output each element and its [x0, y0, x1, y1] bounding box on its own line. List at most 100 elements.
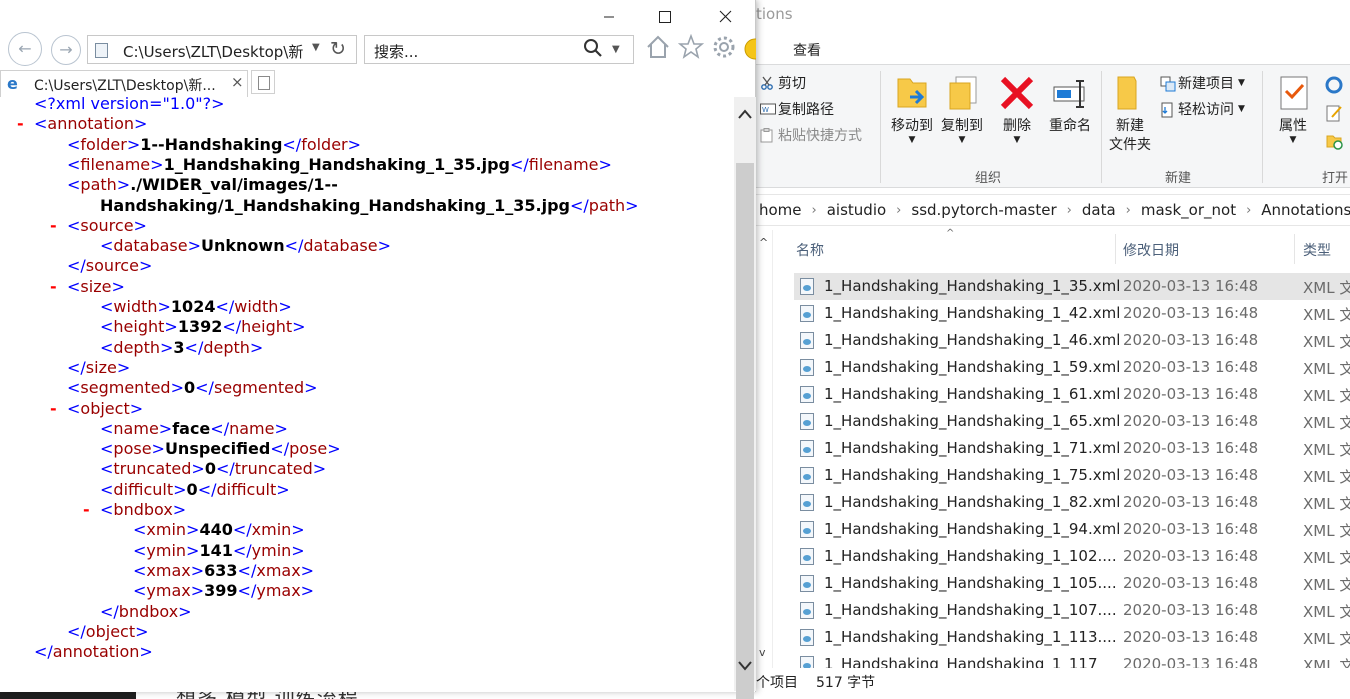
back-arrow-icon: ←: [18, 39, 32, 58]
file-row[interactable]: 1_Handshaking_Handshaking_1_59.xml 2020-0…: [794, 354, 1350, 381]
scroll-up-icon[interactable]: ^: [759, 236, 768, 249]
url-text[interactable]: C:\Users\ZLT\Desktop\新: [123, 41, 308, 62]
refresh-icon[interactable]: ↻: [330, 38, 346, 60]
file-row[interactable]: 1_Handshaking_Handshaking_1_75.xml 2020-0…: [794, 462, 1350, 489]
xml-bracket: </: [282, 134, 302, 154]
easy-access-button[interactable]: 轻松访问 ▼: [1160, 99, 1245, 119]
browser-tab[interactable]: e C:\Users\ZLT\Desktop\新... ×: [0, 70, 248, 97]
column-date-modified[interactable]: 修改日期: [1123, 240, 1179, 260]
breadcrumb-aistudio[interactable]: aistudio: [824, 201, 889, 219]
tab-close-icon[interactable]: ×: [231, 73, 244, 91]
breadcrumb-ssd-pytorch-master[interactable]: ssd.pytorch-master: [908, 201, 1059, 219]
xml-line: <object>: [67, 399, 143, 419]
scroll-down-icon[interactable]: [737, 657, 753, 676]
search-dropdown-icon[interactable]: ▼: [612, 44, 620, 55]
breadcrumb-annotations[interactable]: Annotations: [1258, 201, 1350, 219]
column-name[interactable]: 名称: [796, 240, 824, 260]
file-type: XML 文: [1303, 576, 1350, 594]
xml-bracket: </: [34, 642, 53, 662]
file-type: XML 文: [1303, 333, 1350, 351]
file-row[interactable]: 1_Handshaking_Handshaking_1_107.... 2020-…: [794, 597, 1350, 624]
delete-x-icon: [1000, 76, 1034, 110]
delete-button[interactable]: 删除 ▼: [994, 73, 1040, 145]
file-row[interactable]: 1_Handshaking_Handshaking_1_35.xml 2020-0…: [794, 273, 1350, 300]
smiley-feedback-icon[interactable]: [744, 38, 766, 66]
search-box[interactable]: 搜索... ▼: [364, 35, 634, 64]
collapse-toggle[interactable]: -: [50, 216, 57, 236]
xml-bracket: >: [170, 378, 184, 398]
new-item-button[interactable]: 新建项目 ▼: [1160, 73, 1245, 93]
navigation-pane-scrollbar[interactable]: ^ v: [756, 230, 773, 668]
column-type[interactable]: 类型: [1303, 240, 1331, 260]
breadcrumb-data[interactable]: data: [1079, 201, 1119, 219]
scroll-down-icon[interactable]: v: [759, 646, 766, 659]
favorites-star-icon[interactable]: [677, 33, 705, 66]
file-row[interactable]: 1_Handshaking_Handshaking_1_61.xml 2020-0…: [794, 381, 1350, 408]
settings-gear-icon[interactable]: [711, 34, 737, 66]
breadcrumb-mask-or-not[interactable]: mask_or_not: [1138, 201, 1239, 219]
url-dropdown-icon[interactable]: ▼: [312, 42, 320, 53]
file-row[interactable]: 1_Handshaking_Handshaking_1_46.xml 2020-0…: [794, 327, 1350, 354]
search-icon[interactable]: [583, 38, 603, 63]
xml-bracket: >: [312, 459, 327, 479]
xml-bracket: <: [67, 134, 81, 154]
breadcrumb-home[interactable]: home: [756, 201, 805, 219]
xml-line: <name>face</name>: [100, 419, 288, 439]
xml-bracket: >: [116, 357, 131, 377]
cut-button[interactable]: 剪切: [760, 73, 806, 93]
collapse-toggle[interactable]: -: [83, 500, 90, 520]
xml-line: <xmax>633</xmax>: [133, 561, 314, 581]
search-input[interactable]: 搜索...: [374, 41, 418, 62]
home-icon[interactable]: [645, 34, 671, 66]
new-tab-button[interactable]: [251, 70, 275, 94]
file-row[interactable]: 1_Handshaking_Handshaking_1_102.... 2020-…: [794, 543, 1350, 570]
file-row[interactable]: 1_Handshaking_Handshaking_1_82.xml 2020-0…: [794, 489, 1350, 516]
file-row[interactable]: 1_Handshaking_Handshaking_1_94.xml 2020-0…: [794, 516, 1350, 543]
move-to-button[interactable]: 移动到 ▼: [887, 73, 937, 145]
file-row[interactable]: 1_Handshaking_Handshaking_1_117 2020-03-1…: [794, 651, 1350, 668]
address-bar[interactable]: home › aistudio › ssd.pytorch-master › d…: [756, 194, 1350, 226]
maximize-button[interactable]: [642, 4, 688, 32]
xml-bracket: >: [187, 236, 201, 256]
minimize-button[interactable]: [586, 4, 632, 32]
scrollbar-thumb[interactable]: [736, 163, 754, 699]
ribbon-divider: [880, 71, 881, 183]
copy-to-button[interactable]: 复制到 ▼: [937, 73, 987, 145]
paste-shortcut-button[interactable]: 粘贴快捷方式: [760, 125, 862, 145]
file-row[interactable]: 1_Handshaking_Handshaking_1_113.... 2020-…: [794, 624, 1350, 651]
xml-tag-name: xmax: [256, 560, 301, 580]
collapse-toggle[interactable]: -: [50, 277, 57, 297]
xml-file-icon: [800, 521, 814, 538]
file-row[interactable]: 1_Handshaking_Handshaking_1_42.xml 2020-0…: [794, 300, 1350, 327]
open-ie-icon[interactable]: [1324, 75, 1344, 95]
back-button[interactable]: ←: [8, 32, 42, 66]
history-icon[interactable]: [1324, 131, 1344, 151]
scroll-up-icon[interactable]: [737, 105, 753, 124]
file-name: 1_Handshaking_Handshaking_1_107....: [824, 601, 1117, 619]
column-divider[interactable]: [1115, 234, 1116, 264]
edit-icon[interactable]: [1324, 103, 1344, 123]
xml-file-icon: [800, 548, 814, 565]
close-button[interactable]: [702, 4, 748, 32]
collapse-toggle[interactable]: -: [50, 399, 57, 419]
xml-bracket: </: [215, 459, 235, 479]
file-row[interactable]: 1_Handshaking_Handshaking_1_65.xml 2020-0…: [794, 408, 1350, 435]
desktop: tions 查看 剪切 W 复制路径 粘贴快捷方式 移动到 ▼ 复制到 ▼ 删除…: [0, 0, 1350, 699]
forward-button[interactable]: →: [51, 35, 81, 65]
tab-view[interactable]: 查看: [793, 40, 821, 60]
properties-button[interactable]: 属性 ▼: [1268, 73, 1318, 145]
xml-bracket: <: [100, 479, 114, 499]
xml-line: <bndbox>: [100, 500, 186, 520]
internet-explorer-window: ← → C:\Users\ZLT\Desktop\新 ▼ ↻ 搜索... ▼ e…: [0, 0, 766, 699]
file-date: 2020-03-13 16:48: [1123, 439, 1259, 457]
copy-path-button[interactable]: W 复制路径: [760, 99, 834, 119]
url-bar[interactable]: C:\Users\ZLT\Desktop\新 ▼ ↻: [87, 35, 357, 64]
vertical-scrollbar[interactable]: [734, 97, 756, 699]
column-divider[interactable]: [1294, 234, 1295, 264]
explorer-title-fragment: tions: [756, 5, 793, 23]
new-folder-button[interactable]: 新建 文件夹: [1106, 73, 1154, 155]
rename-button[interactable]: 重命名: [1044, 73, 1096, 136]
collapse-toggle[interactable]: -: [17, 114, 24, 134]
file-row[interactable]: 1_Handshaking_Handshaking_1_71.xml 2020-0…: [794, 435, 1350, 462]
file-row[interactable]: 1_Handshaking_Handshaking_1_105.... 2020-…: [794, 570, 1350, 597]
